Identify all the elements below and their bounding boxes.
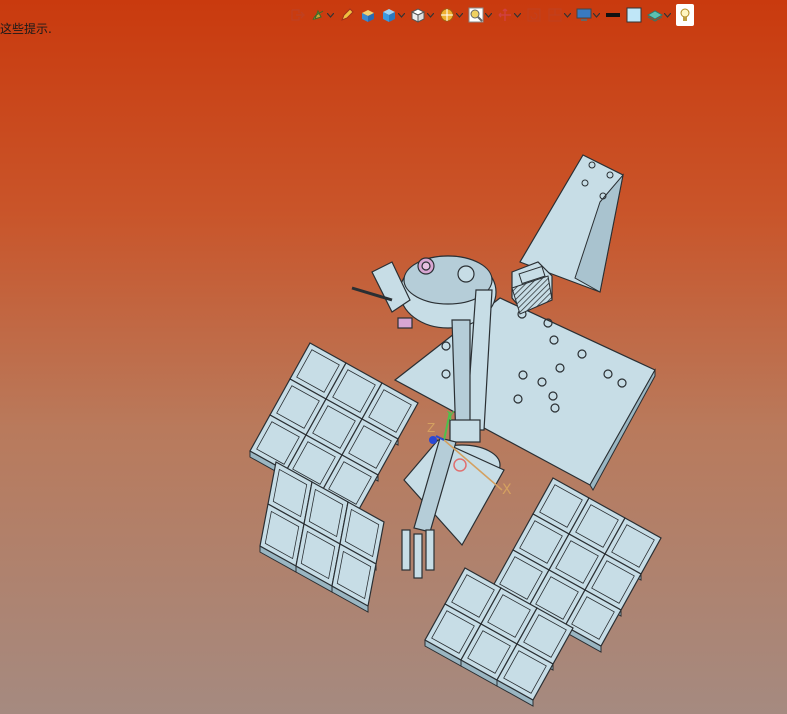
exit-icon [289,7,305,23]
shaded-box-icon [360,7,376,23]
controller-box [511,261,553,315]
layer-icon [647,7,663,23]
chevron-down-icon[interactable] [663,7,671,23]
line-icon [605,7,621,23]
rotate-button[interactable] [525,5,543,25]
clip-icon [547,7,563,23]
chevron-down-icon[interactable] [426,7,434,23]
chevron-down-icon[interactable] [455,7,463,23]
chevron-down-icon[interactable] [484,7,492,23]
zoom-fit-icon [468,7,484,23]
clip-button[interactable] [546,5,572,25]
chevron-down-icon[interactable] [592,7,600,23]
dress-up-button[interactable] [309,5,335,25]
solid-box-button[interactable] [380,5,406,25]
line-button[interactable] [604,5,622,25]
axis-z-label: Z [427,421,435,435]
section-icon [439,7,455,23]
solid-box-icon [381,7,397,23]
shaded-box-button[interactable] [359,5,377,25]
cube-view-button[interactable] [409,5,435,25]
chevron-down-icon[interactable] [563,7,571,23]
lightbulb-icon [676,4,694,26]
layer-button[interactable] [646,5,672,25]
chevron-down-icon[interactable] [513,7,521,23]
pen-button[interactable] [338,5,356,25]
tray-left [249,342,419,613]
display-icon [576,7,592,23]
chevron-down-icon[interactable] [326,7,334,23]
pan-icon [497,7,513,23]
dress-up-icon [310,7,326,23]
pen-icon [339,7,355,23]
zoom-fit-button[interactable] [467,5,493,25]
rotate-icon [526,7,542,23]
background-color-icon [626,7,642,23]
exit-button[interactable] [288,5,306,25]
chevron-down-icon[interactable] [397,7,405,23]
axis-x-label: X [502,482,512,498]
pan-button[interactable] [496,5,522,25]
section-button[interactable] [438,5,464,25]
axis-y-label: Y [446,409,455,423]
view-toolbar [288,4,695,26]
status-hint: 这些提示. [0,22,52,36]
display-button[interactable] [575,5,601,25]
background-color-button[interactable] [625,5,643,25]
3d-viewport[interactable]: Z Y [0,0,787,714]
lightbulb-button[interactable] [675,4,695,26]
cube-view-icon [410,7,426,23]
